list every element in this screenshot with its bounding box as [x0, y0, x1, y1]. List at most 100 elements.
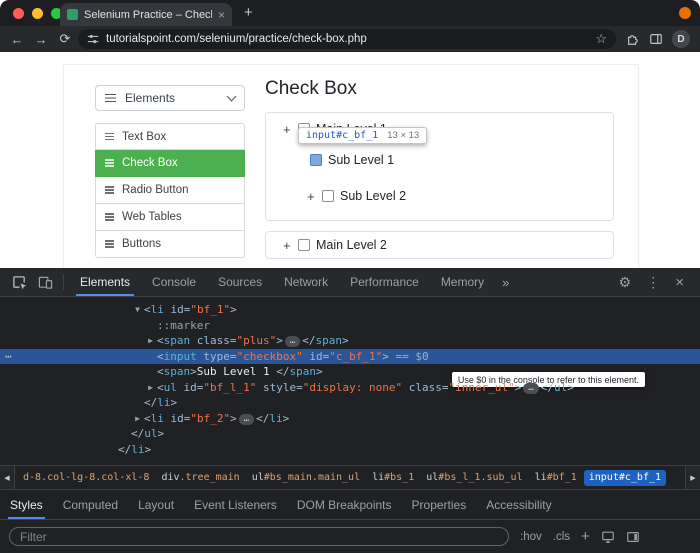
breadcrumb-scroll-left-icon[interactable]: ◀	[0, 466, 15, 489]
code-token: ul	[554, 381, 567, 394]
dom-tree-line[interactable]: ⋯<input type="checkbox" id="c_bf_1"> == …	[0, 349, 700, 365]
crumb-selector: #c_bf_1	[619, 472, 661, 483]
crumb-tag: ul	[252, 472, 264, 483]
inspect-element-icon[interactable]	[6, 275, 32, 290]
code-token: >	[230, 412, 237, 425]
dom-tree-line[interactable]: ▶<ul id="bf_l_1" style="display: none" c…	[0, 380, 700, 396]
bookmark-star-icon[interactable]: ☆	[595, 31, 607, 47]
inline-expand-icon[interactable]: …	[285, 336, 300, 347]
inline-expand-icon[interactable]: …	[239, 414, 254, 425]
code-token: >	[382, 350, 389, 363]
devtools-tab-memory[interactable]: Memory	[430, 268, 495, 296]
tab-favicon	[67, 9, 78, 20]
code-token: input	[164, 350, 197, 363]
forward-icon[interactable]: →	[30, 32, 52, 47]
dom-tree-line[interactable]: ▶<span class="plus">…</span>	[0, 333, 700, 349]
dom-tree-line[interactable]: ▶<li id="bf_2">…</li>	[0, 411, 700, 427]
dom-tree-line[interactable]: <span>Sub Level 1 </span>	[0, 364, 700, 380]
menu-header[interactable]: Elements	[95, 85, 245, 111]
side-panel-icon[interactable]	[649, 32, 663, 46]
sidebar-item-check-box[interactable]: Check Box	[95, 150, 245, 177]
element-classes-button[interactable]: .cls	[553, 531, 570, 543]
styles-tab-styles[interactable]: Styles	[0, 490, 53, 519]
dom-tree-line[interactable]: </li>	[0, 395, 700, 411]
disclosure-arrow-icon[interactable]: ▶	[144, 333, 157, 349]
styles-tab-accessibility[interactable]: Accessibility	[476, 490, 561, 519]
styles-tab-properties[interactable]: Properties	[402, 490, 477, 519]
expand-plus-icon[interactable]: +	[283, 239, 292, 252]
more-tabs-icon[interactable]: »	[495, 275, 516, 290]
dock-side-icon[interactable]	[626, 530, 640, 544]
sub-level-1-checkbox[interactable]	[310, 154, 322, 166]
code-token: >	[230, 303, 237, 316]
devtools-tab-elements[interactable]: Elements	[69, 268, 141, 296]
disclosure-arrow-icon[interactable]: ▶	[131, 411, 144, 427]
code-token: li	[151, 303, 164, 316]
settings-gear-icon[interactable]: ⚙	[619, 275, 632, 289]
address-bar[interactable]: tutorialspoint.com/selenium/practice/che…	[78, 29, 616, 49]
back-icon[interactable]: ←	[6, 32, 28, 47]
browser-tab[interactable]: Selenium Practice – Check Box ×	[60, 3, 232, 26]
dom-tree-line[interactable]: ▼<li id="bf_1">	[0, 302, 700, 318]
toggle-element-state-button[interactable]: :hov	[520, 531, 542, 543]
filter-input[interactable]	[9, 527, 509, 546]
code-token: </	[276, 365, 289, 378]
tree-node-sub-level-2[interactable]: + Sub Level 2	[307, 189, 406, 203]
site-info-icon[interactable]	[87, 33, 99, 45]
url-text: tutorialspoint.com/selenium/practice/che…	[106, 33, 588, 45]
code-token: ul	[144, 427, 157, 440]
sub-level-2-checkbox[interactable]	[322, 190, 334, 202]
minimize-window-button[interactable]	[32, 8, 43, 19]
styles-tab-computed[interactable]: Computed	[53, 490, 128, 519]
disclosure-arrow-icon[interactable]: ▼	[131, 302, 144, 318]
breadcrumb-item[interactable]: ul#bs_main.main_ul	[247, 470, 365, 486]
monitor-icon[interactable]	[601, 530, 615, 544]
crumb-tag: ul	[426, 472, 438, 483]
breadcrumb-item[interactable]: li#bs_1	[367, 470, 419, 486]
page-title: Check Box	[265, 78, 357, 100]
main-level-2-checkbox[interactable]	[298, 239, 310, 251]
new-style-rule-icon[interactable]: +	[581, 529, 590, 544]
tab-strip: Selenium Practice – Check Box × +	[0, 0, 700, 26]
styles-tab-dom-breakpoints[interactable]: DOM Breakpoints	[287, 490, 402, 519]
close-window-button[interactable]	[13, 8, 24, 19]
sidebar-item-buttons[interactable]: Buttons	[95, 231, 245, 258]
disclosure-arrow-icon[interactable]: ▶	[144, 380, 157, 396]
expand-plus-icon[interactable]: +	[307, 190, 316, 203]
code-token: =	[296, 381, 303, 394]
code-token: span	[164, 365, 191, 378]
sidebar-item-radio-button[interactable]: Radio Button	[95, 177, 245, 204]
dom-tree-line[interactable]: ::marker	[0, 318, 700, 334]
breadcrumb-scroll-right-icon[interactable]: ▶	[685, 466, 700, 489]
extensions-icon[interactable]	[626, 32, 640, 46]
breadcrumb-item[interactable]: d-8.col-lg-8.col-xl-8	[18, 470, 154, 486]
crumb-tag: div	[161, 472, 179, 483]
styles-tab-event-listeners[interactable]: Event Listeners	[184, 490, 287, 519]
profile-avatar[interactable]: D	[672, 30, 690, 48]
tree-node-sub-level-1[interactable]: Sub Level 1	[310, 153, 394, 167]
toolbar-actions: D	[618, 30, 694, 48]
breadcrumb-item[interactable]: div.tree_main	[156, 470, 244, 486]
devtools-tab-performance[interactable]: Performance	[339, 268, 430, 296]
breadcrumb-item[interactable]: li#bf_1	[530, 470, 582, 486]
styles-tab-layout[interactable]: Layout	[128, 490, 184, 519]
expand-plus-icon[interactable]: +	[283, 123, 292, 136]
code-token: <	[157, 334, 164, 347]
dom-tree-line[interactable]: </li>	[0, 442, 700, 458]
close-devtools-icon[interactable]: ×	[675, 275, 684, 290]
devtools-tab-network[interactable]: Network	[273, 268, 339, 296]
inline-expand-icon[interactable]: …	[523, 383, 538, 394]
reload-icon[interactable]: ⟳	[54, 31, 76, 47]
dom-tree-line[interactable]: </ul>	[0, 426, 700, 442]
breadcrumb-item[interactable]: input#c_bf_1	[584, 470, 666, 486]
new-tab-button[interactable]: +	[244, 4, 253, 21]
device-toolbar-icon[interactable]	[32, 275, 58, 290]
devtools-tab-sources[interactable]: Sources	[207, 268, 273, 296]
breadcrumb-item[interactable]: ul#bs_l_1.sub_ul	[421, 470, 527, 486]
kebab-menu-icon[interactable]: ⋮	[646, 275, 660, 289]
sidebar-item-web-tables[interactable]: Web Tables	[95, 204, 245, 231]
devtools-tab-console[interactable]: Console	[141, 268, 207, 296]
tab-close-icon[interactable]: ×	[218, 9, 225, 21]
tree-node-main-level-2[interactable]: + Main Level 2	[266, 238, 387, 252]
sidebar-item-text-box[interactable]: Text Box	[95, 123, 245, 150]
